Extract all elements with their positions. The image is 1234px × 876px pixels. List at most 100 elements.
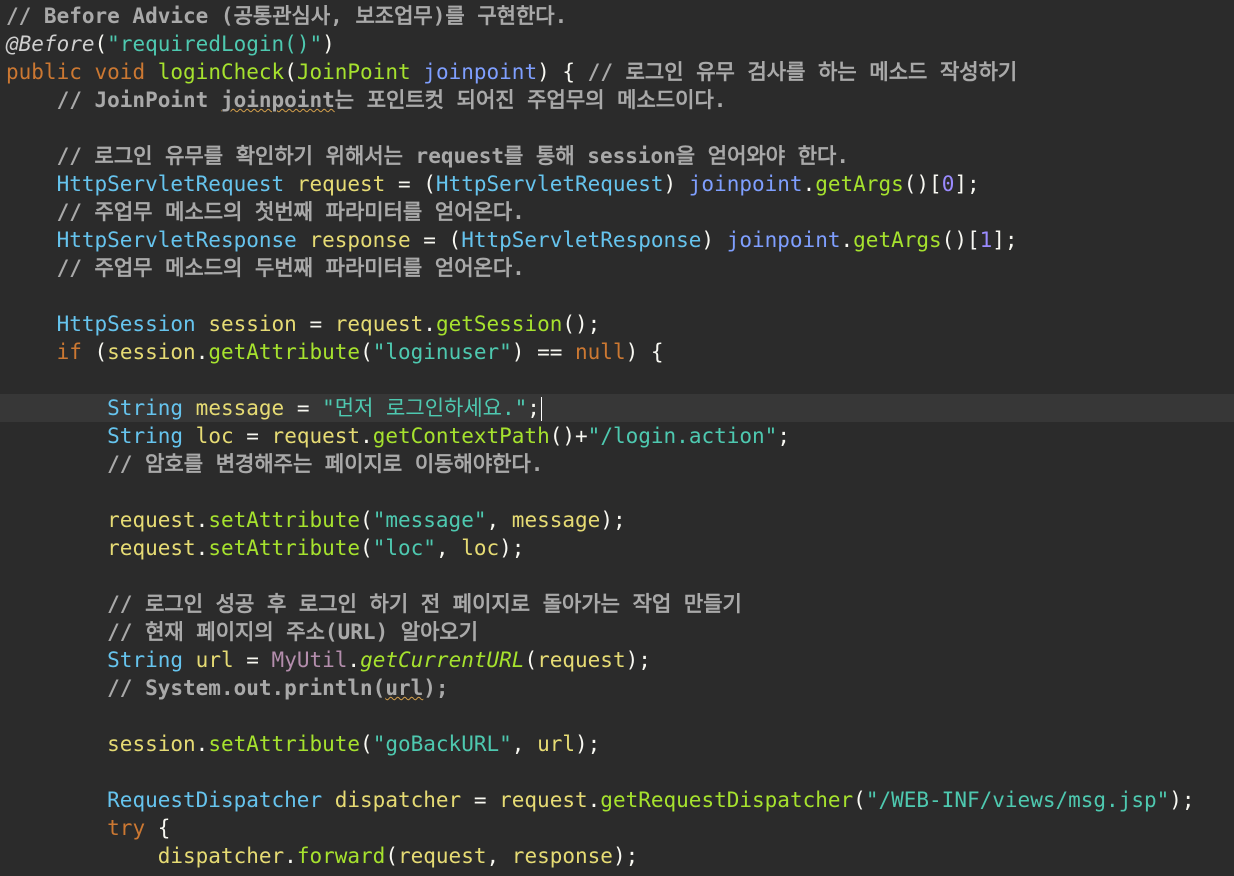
code-token-var: response	[511, 844, 613, 868]
code-token-type: HttpServletRequest	[435, 172, 664, 196]
code-token-var: dispatcher	[334, 788, 462, 812]
code-token-plain: .	[423, 312, 436, 336]
code-token-var: session	[107, 732, 196, 756]
code-line[interactable]: try {	[0, 814, 1234, 842]
code-token-plain: ,	[511, 732, 538, 756]
code-line[interactable]: HttpSession session = request.getSession…	[0, 310, 1234, 338]
code-line[interactable]: // 현재 페이지의 주소(URL) 알아오기	[0, 618, 1234, 646]
code-token-plain: )	[322, 32, 335, 56]
code-editor[interactable]: // Before Advice (공통관심사, 보조업무)를 구현한다. @Be…	[0, 2, 1234, 870]
code-token-plain: =	[284, 396, 323, 420]
code-token-keyword: public	[6, 60, 82, 84]
code-token-string: "requiredLogin()"	[107, 32, 323, 56]
code-line[interactable]: HttpServletRequest request = (HttpServle…	[0, 170, 1234, 198]
code-token-comment: // Before Advice (공통관심사, 보조업무)를 구현한다.	[6, 4, 568, 28]
code-token-plain: =	[461, 788, 500, 812]
code-line[interactable]	[0, 562, 1234, 590]
code-token-italic-method: getCurrentURL	[360, 648, 525, 672]
code-line[interactable]: // 주업무 메소드의 두번째 파라미터를 얻어온다.	[0, 254, 1234, 282]
code-token-param: joinpoint	[423, 60, 538, 84]
code-token-plain: {	[145, 816, 171, 840]
code-token-plain: (	[385, 844, 398, 868]
code-line[interactable]	[0, 478, 1234, 506]
code-line[interactable]: request.setAttribute("message", message)…	[0, 506, 1234, 534]
code-token-var: message	[195, 396, 285, 420]
code-line[interactable]: if (session.getAttribute("loginuser") ==…	[0, 338, 1234, 366]
code-token-plain: .	[195, 508, 209, 532]
code-line[interactable]	[0, 114, 1234, 142]
code-token-var: dispatcher	[157, 844, 285, 868]
code-token-plain: =	[233, 648, 272, 672]
code-line[interactable]: // System.out.println(url);	[0, 674, 1234, 702]
code-token-method: getArgs	[853, 228, 942, 252]
code-token-var: url	[195, 648, 234, 672]
code-token-var: request	[296, 172, 386, 196]
code-line[interactable]: @Before("requiredLogin()")	[0, 30, 1234, 58]
code-line[interactable]: // 로그인 유무를 확인하기 위해서는 request를 통해 session…	[0, 142, 1234, 170]
code-line[interactable]: String url = MyUtil.getCurrentURL(reques…	[0, 646, 1234, 674]
code-line[interactable]: // JoinPoint joinpoint는 포인트컷 되어진 주업무의 메소…	[0, 86, 1234, 114]
code-token-method: getRequestDispatcher	[600, 788, 854, 812]
code-line[interactable]: // 로그인 성공 후 로그인 하기 전 페이지로 돌아가는 작업 만들기	[0, 590, 1234, 618]
code-line[interactable]: session.setAttribute("goBackURL", url);	[0, 730, 1234, 758]
code-token-plain: .	[195, 732, 209, 756]
code-token-plain: );	[1169, 788, 1195, 812]
code-line[interactable]	[0, 282, 1234, 310]
code-token-method: setAttribute	[208, 536, 361, 560]
code-token-type: RequestDispatcher	[107, 788, 323, 812]
code-token-string: "loginuser"	[372, 340, 512, 364]
code-line[interactable]: // 암호를 변경해주는 페이지로 이동해야한다.	[0, 450, 1234, 478]
code-line[interactable]: RequestDispatcher dispatcher = request.g…	[0, 786, 1234, 814]
code-token-plain: =	[233, 424, 272, 448]
code-token-type: HttpSession	[56, 312, 196, 336]
code-token-plain: .	[284, 844, 297, 868]
code-token-type: String	[107, 396, 184, 420]
code-line[interactable]	[0, 702, 1234, 730]
code-token-comment: // 로그인 유무 검사를 하는 메소드 작성하기	[587, 60, 1018, 84]
code-line[interactable]: HttpServletResponse response = (HttpServ…	[0, 226, 1234, 254]
code-token-plain: );	[575, 732, 601, 756]
code-token-type: String	[107, 424, 184, 448]
code-token-plain: .	[195, 340, 209, 364]
code-token-var: request	[499, 788, 588, 812]
code-line[interactable]: String message = "먼저 로그인하세요.";	[0, 394, 1234, 422]
code-token-plain: ()[	[941, 228, 980, 252]
code-token-comment: url	[385, 676, 424, 700]
code-token-param: joinpoint	[688, 172, 803, 196]
code-token-var: session	[208, 312, 297, 336]
code-token-plain: ;	[527, 396, 540, 420]
code-token-comment: // 로그인 성공 후 로그인 하기 전 페이지로 돌아가는 작업 만들기	[107, 592, 742, 616]
code-token-comment: // System.out.println(	[107, 676, 386, 700]
code-token-plain: ,	[486, 508, 512, 532]
code-line[interactable]: public void loginCheck(JoinPoint joinpoi…	[0, 58, 1234, 86]
code-token-type: HttpServletResponse	[461, 228, 702, 252]
code-token-plain: );	[600, 508, 626, 532]
code-line[interactable]	[0, 758, 1234, 786]
code-token-string: "먼저 로그인하세요."	[322, 396, 528, 420]
code-token-var: request	[397, 844, 487, 868]
code-line[interactable]	[0, 366, 1234, 394]
code-token-comment: // 로그인 유무를 확인하기 위해서는 request를 통해 session…	[56, 144, 849, 168]
code-line[interactable]: // Before Advice (공통관심사, 보조업무)를 구현한다.	[0, 2, 1234, 30]
code-token-plain: (	[524, 648, 538, 672]
code-line[interactable]: String loc = request.getContextPath()+"/…	[0, 422, 1234, 450]
code-token-keyword: try	[107, 816, 146, 840]
code-token-plain: ()+	[549, 424, 588, 448]
code-line[interactable]: dispatcher.forward(request, response);	[0, 842, 1234, 870]
code-token-plain: )	[701, 228, 727, 252]
code-line[interactable]: request.setAttribute("loc", loc);	[0, 534, 1234, 562]
code-line[interactable]: // 주업무 메소드의 첫번째 파라미터를 얻어온다.	[0, 198, 1234, 226]
code-token-number: 0	[941, 172, 955, 196]
